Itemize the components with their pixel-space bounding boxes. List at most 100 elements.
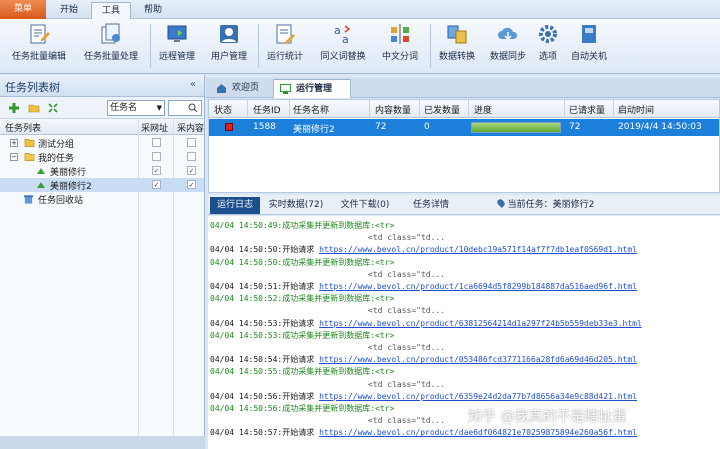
batch-process-icon xyxy=(101,23,120,44)
tab-help[interactable]: 帮助 xyxy=(136,2,170,19)
log-url-link[interactable]: https://www.bevol.cn/product/10debc19a57… xyxy=(319,245,637,254)
run-log-view[interactable]: 04/04 14:50:49:成功采集并更新到数据库:<tr> <td clas… xyxy=(208,216,720,449)
log-line: 04/04 14:50:56:开始请求 https://www.bevol.cn… xyxy=(210,391,637,401)
run-grid-header: 状态 任务ID 任务名称 内容数量 已发数量 进度 已请求量 启动时间 xyxy=(209,100,719,118)
batch-edit-button[interactable]: 任务批量编辑 xyxy=(6,22,72,70)
home-icon xyxy=(217,84,226,93)
collect-content-checkbox[interactable] xyxy=(187,152,196,161)
watermark: 知乎 @我真的不是瞎扯蛋 xyxy=(468,409,627,425)
stop-status-icon xyxy=(225,123,233,131)
log-line: 04/04 14:50:53:开始请求 https://www.bevol.cn… xyxy=(210,318,642,328)
log-line: <td class="td... xyxy=(368,416,446,426)
tree-item-recycle-bin[interactable]: 任务回收站 xyxy=(0,192,204,206)
ribbon-separator xyxy=(258,24,259,68)
task-tree-title: 任务列表树 xyxy=(5,81,60,94)
collect-content-checkbox[interactable] xyxy=(187,138,196,147)
log-line: 04/04 14:50:49:成功采集并更新到数据库:<tr> xyxy=(210,221,395,230)
collect-url-checkbox[interactable] xyxy=(152,152,161,161)
add-icon[interactable] xyxy=(8,102,20,114)
tree-item-task-2[interactable]: 美丽修行2 ✓ ✓ xyxy=(0,178,204,192)
tab-task-details[interactable]: 任务详情 xyxy=(404,197,458,214)
document-tabs: 欢迎页 运行管理 xyxy=(206,78,720,98)
log-url-link[interactable]: https://www.bevol.cn/product/63812564214… xyxy=(319,319,642,328)
synonym-replace-button[interactable]: aa 同义词替换 xyxy=(314,22,372,70)
task-leaf-icon xyxy=(37,168,45,174)
tab-run-management[interactable]: 运行管理 xyxy=(273,79,351,98)
ribbon-toolbar: 任务批量编辑 任务批量处理 远程管理 用户管理 运行统计 aa 同义词替换 中文… xyxy=(0,19,720,74)
collect-content-checkbox[interactable]: ✓ xyxy=(187,180,196,189)
tree-search-input[interactable] xyxy=(168,100,202,116)
left-panel-footer xyxy=(0,436,205,449)
log-line: 04/04 14:50:53:成功采集并更新到数据库:<tr> xyxy=(210,330,395,340)
task-leaf-icon xyxy=(37,182,45,188)
log-line: <td class="td... xyxy=(368,379,446,389)
tab-realtime-data[interactable]: 实时数据(72) xyxy=(264,197,328,214)
options-button[interactable]: 选项 xyxy=(534,22,562,70)
tab-file-download[interactable]: 文件下载(0) xyxy=(332,197,398,214)
collect-url-checkbox[interactable] xyxy=(152,138,161,147)
log-url-link[interactable]: https://www.bevol.cn/product/dae6df06482… xyxy=(319,428,637,437)
detail-tabs: 运行日志 实时数据(72) 文件下载(0) 任务详情 当前任务：美丽修行2 xyxy=(208,195,720,215)
log-line: 04/04 14:50:54:开始请求 https://www.bevol.cn… xyxy=(210,355,637,365)
auto-shutdown-button[interactable]: 自动关机 xyxy=(566,22,612,70)
log-line: 04/04 14:50:50:成功采集并更新到数据库:<tr> xyxy=(210,257,395,267)
data-convert-button[interactable]: 数据转换 xyxy=(434,22,480,70)
tab-run-log[interactable]: 运行日志 xyxy=(210,197,260,214)
monitor-icon xyxy=(280,84,291,94)
ribbon-separator xyxy=(430,24,431,68)
run-grid-row[interactable]: 1588 美丽修行2 72 0 72 2019/4/4 14:50:03 xyxy=(209,119,719,136)
tab-welcome[interactable]: 欢迎页 xyxy=(210,79,270,98)
search-icon xyxy=(188,103,198,113)
tree-item-task-1[interactable]: 美丽修行 ✓ ✓ xyxy=(0,164,204,178)
collect-url-checkbox[interactable]: ✓ xyxy=(152,180,161,189)
collect-content-checkbox[interactable]: ✓ xyxy=(187,166,196,175)
batch-edit-icon xyxy=(30,24,50,44)
user-manage-icon xyxy=(220,25,238,43)
menu-bar: 菜单 开始 工具 帮助 xyxy=(0,0,720,20)
log-line: 04/04 14:50:52:成功采集并更新到数据库:<tr> xyxy=(210,294,395,304)
shutdown-icon xyxy=(582,25,596,43)
tree-item-my-tasks[interactable]: − 我的任务 xyxy=(0,150,204,164)
word-segment-button[interactable]: 中文分词 xyxy=(376,22,424,70)
task-tree-panel: 任务列表树 « 任务名 ▼ 任务列表 采网址 采内容 + 测试分组 − 我的任务 … xyxy=(0,75,205,449)
log-url-link[interactable]: https://www.bevol.cn/product/1ca6694d5f8… xyxy=(319,282,637,291)
gear-icon xyxy=(539,25,557,43)
task-tree-toolbar: 任务名 ▼ xyxy=(0,97,204,119)
tab-tools[interactable]: 工具 xyxy=(91,2,131,20)
word-segment-icon xyxy=(391,24,409,44)
cloud-sync-icon xyxy=(498,27,518,41)
folder-open-icon xyxy=(24,153,35,161)
run-stats-button[interactable]: 运行统计 xyxy=(262,22,308,70)
tab-start[interactable]: 开始 xyxy=(52,2,86,19)
log-line: 04/04 14:50:50:开始请求 https://www.bevol.cn… xyxy=(210,245,637,255)
collapse-toggle[interactable]: − xyxy=(10,153,18,161)
main-menu-button[interactable]: 菜单 xyxy=(0,0,46,19)
tree-item-test-group[interactable]: + 测试分组 xyxy=(0,136,204,150)
svg-text:a: a xyxy=(334,24,341,37)
collect-url-checkbox[interactable]: ✓ xyxy=(152,166,161,175)
collapse-panel-button[interactable]: « xyxy=(190,79,196,90)
expand-all-icon[interactable] xyxy=(47,102,59,114)
folder-icon xyxy=(24,139,35,147)
data-convert-icon xyxy=(447,25,467,44)
log-line: <td class="td... xyxy=(368,269,446,279)
remote-monitor-icon xyxy=(167,25,187,42)
synonym-replace-icon: aa xyxy=(334,24,351,46)
log-url-link[interactable]: https://www.bevol.cn/product/6359e24d2da… xyxy=(319,392,637,401)
log-url-link[interactable]: https://www.bevol.cn/product/053486fcd37… xyxy=(319,355,637,364)
remote-manage-button[interactable]: 远程管理 xyxy=(154,22,200,70)
run-grid: 状态 任务ID 任务名称 内容数量 已发数量 进度 已请求量 启动时间 1588… xyxy=(208,99,720,193)
folder-icon[interactable] xyxy=(28,102,40,114)
chevron-down-icon: ▼ xyxy=(156,104,162,112)
batch-process-button[interactable]: 任务批量处理 xyxy=(78,22,144,70)
current-task-label: 当前任务：美丽修行2 xyxy=(486,197,606,214)
log-line: 04/04 14:50:56:成功采集并更新到数据库:<tr> xyxy=(210,404,395,413)
recycle-bin-icon xyxy=(23,195,34,204)
user-manage-button[interactable]: 用户管理 xyxy=(206,22,252,70)
data-sync-button[interactable]: 数据同步 xyxy=(484,22,532,70)
svg-text:a: a xyxy=(342,33,349,46)
filter-field-select[interactable]: 任务名 ▼ xyxy=(107,100,165,116)
expand-toggle[interactable]: + xyxy=(10,139,18,147)
ribbon-separator xyxy=(150,24,151,68)
progress-fill xyxy=(472,123,560,132)
